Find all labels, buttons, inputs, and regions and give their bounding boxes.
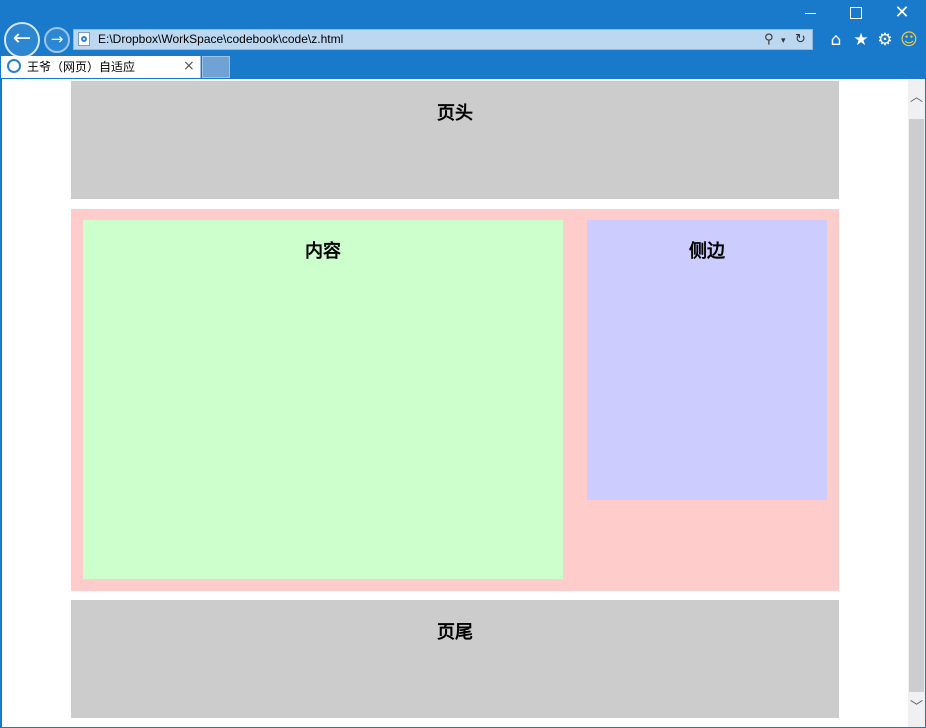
browser-window: ✕ ← → E:\Dropbox\WorkSpace\codebook\code…	[0, 0, 926, 728]
page-content: 内容	[83, 220, 563, 579]
page-icon	[78, 32, 90, 46]
tab-current[interactable]: 王爷（网页）自适应 ×	[1, 56, 201, 78]
close-window-button[interactable]: ✕	[879, 1, 925, 27]
scrollbar-thumb[interactable]	[909, 119, 924, 692]
new-tab-button[interactable]	[202, 56, 230, 78]
footer-title: 页尾	[437, 622, 473, 643]
page-viewport: 页头 内容 侧边 页尾	[2, 79, 908, 727]
vertical-scrollbar[interactable]: ︿ ﹀	[908, 79, 925, 727]
scroll-up-icon[interactable]: ︿	[908, 79, 925, 117]
home-icon[interactable]: ⌂	[825, 29, 847, 51]
tab-close-icon[interactable]: ×	[183, 58, 195, 74]
forward-icon: →	[50, 30, 64, 48]
page-header: 页头	[71, 81, 839, 199]
scroll-down-icon[interactable]: ﹀	[908, 689, 925, 727]
sidebar-title: 侧边	[689, 241, 725, 262]
minimize-button[interactable]	[787, 1, 833, 27]
star-icon[interactable]: ★	[850, 29, 872, 51]
browser-chrome: ✕ ← → E:\Dropbox\WorkSpace\codebook\code…	[1, 1, 925, 78]
page-main: 内容 侧边	[71, 209, 839, 591]
ie-icon	[7, 59, 21, 73]
page-footer: 页尾	[71, 600, 839, 718]
smiley-icon[interactable]: ☺	[898, 29, 920, 51]
gear-icon[interactable]: ⚙	[874, 29, 896, 51]
page-sidebar: 侧边	[587, 220, 827, 500]
header-title: 页头	[437, 103, 473, 124]
back-icon: ←	[12, 26, 32, 51]
back-button[interactable]: ←	[4, 22, 40, 58]
address-bar[interactable]: E:\Dropbox\WorkSpace\codebook\code\z.htm…	[73, 29, 813, 50]
refresh-icon[interactable]: ↻	[795, 31, 806, 48]
maximize-button[interactable]	[833, 1, 879, 27]
content-title: 内容	[305, 241, 341, 262]
dropdown-icon[interactable]: ▾	[781, 33, 786, 50]
forward-button[interactable]: →	[44, 27, 70, 53]
close-icon: ✕	[894, 2, 910, 23]
tab-title: 王爷（网页）自适应	[27, 60, 136, 74]
address-url[interactable]: E:\Dropbox\WorkSpace\codebook\code\z.htm…	[98, 32, 343, 47]
minimize-icon	[805, 13, 816, 14]
maximize-icon	[850, 7, 862, 19]
search-icon[interactable]: ⚲	[764, 31, 774, 48]
